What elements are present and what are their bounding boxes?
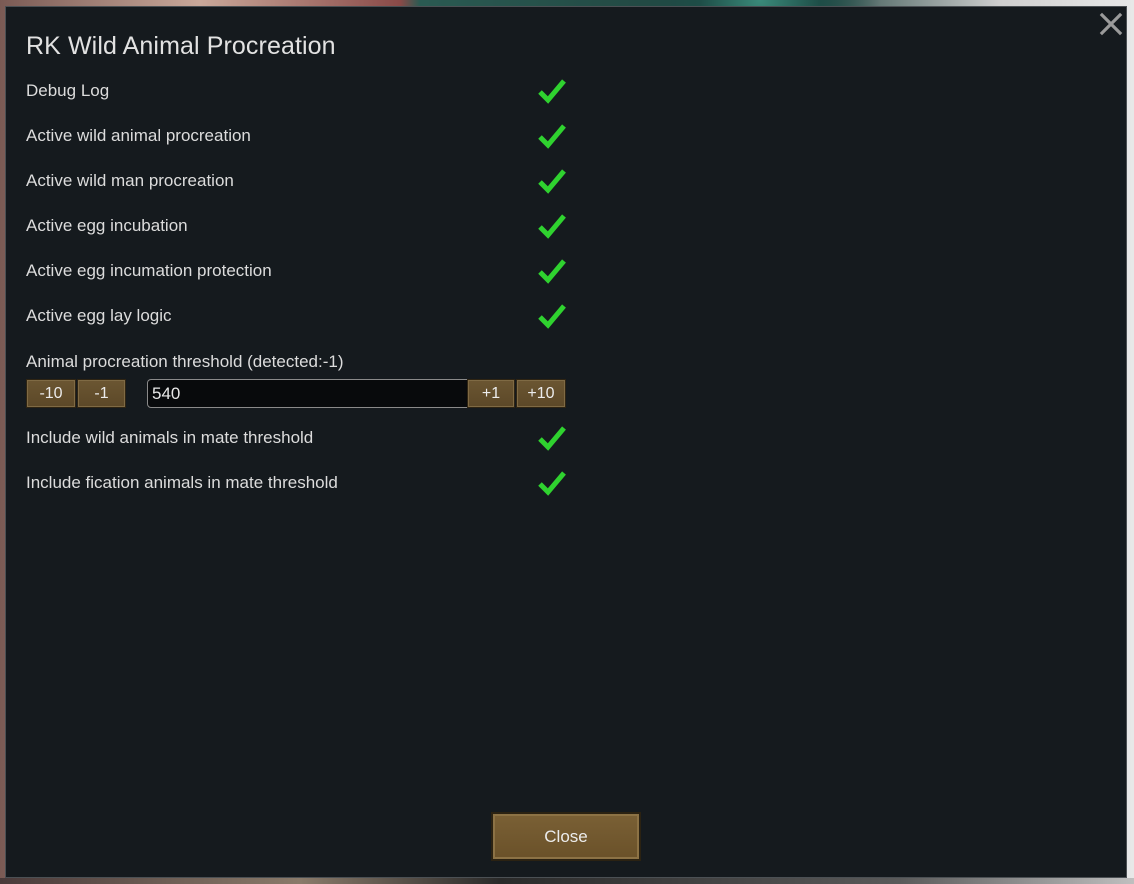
- checkmark-icon[interactable]: [536, 255, 568, 287]
- setting-label: Include fication animals in mate thresho…: [26, 473, 338, 492]
- background-bottom-strip: [0, 878, 1134, 884]
- checkmark-icon[interactable]: [536, 165, 568, 197]
- mod-settings-dialog: RK Wild Animal Procreation Debug Log Act…: [5, 6, 1127, 878]
- setting-row-egg-incumation-protection: Active egg incumation protection: [26, 253, 568, 291]
- setting-row-egg-lay-logic: Active egg lay logic: [26, 298, 568, 336]
- close-button[interactable]: Close: [491, 812, 641, 861]
- setting-row-debug-log: Debug Log: [26, 73, 568, 111]
- setting-row-wild-animal-procreation: Active wild animal procreation: [26, 118, 568, 156]
- setting-row-wild-man-procreation: Active wild man procreation: [26, 163, 568, 201]
- setting-label: Active egg incubation: [26, 216, 188, 235]
- setting-label: Active egg lay logic: [26, 306, 172, 325]
- checkmark-icon[interactable]: [536, 300, 568, 332]
- setting-row-include-wild-animals: Include wild animals in mate threshold: [26, 420, 568, 458]
- setting-label: Include wild animals in mate threshold: [26, 428, 314, 447]
- dialog-title: RK Wild Animal Procreation: [26, 32, 336, 60]
- setting-label: Active egg incumation protection: [26, 261, 272, 280]
- checkmark-icon[interactable]: [536, 210, 568, 242]
- setting-row-egg-incubation: Active egg incubation: [26, 208, 568, 246]
- setting-row-include-fication-animals: Include fication animals in mate thresho…: [26, 465, 568, 503]
- setting-label: Active wild animal procreation: [26, 126, 251, 145]
- checkmark-icon[interactable]: [536, 467, 568, 499]
- checkmark-icon[interactable]: [536, 422, 568, 454]
- minus-1-button[interactable]: -1: [77, 379, 126, 408]
- close-x-icon[interactable]: [1098, 11, 1124, 37]
- plus-1-button[interactable]: +1: [467, 379, 515, 408]
- setting-label: Debug Log: [26, 81, 110, 100]
- setting-label: Active wild man procreation: [26, 171, 234, 190]
- checkmark-icon[interactable]: [536, 75, 568, 107]
- threshold-stepper: -10 -1 +1 +10: [26, 379, 568, 409]
- checkmark-icon[interactable]: [536, 120, 568, 152]
- threshold-input[interactable]: [147, 379, 486, 408]
- threshold-label: Animal procreation threshold (detected:-…: [26, 352, 344, 371]
- plus-10-button[interactable]: +10: [516, 379, 566, 408]
- minus-10-button[interactable]: -10: [26, 379, 76, 408]
